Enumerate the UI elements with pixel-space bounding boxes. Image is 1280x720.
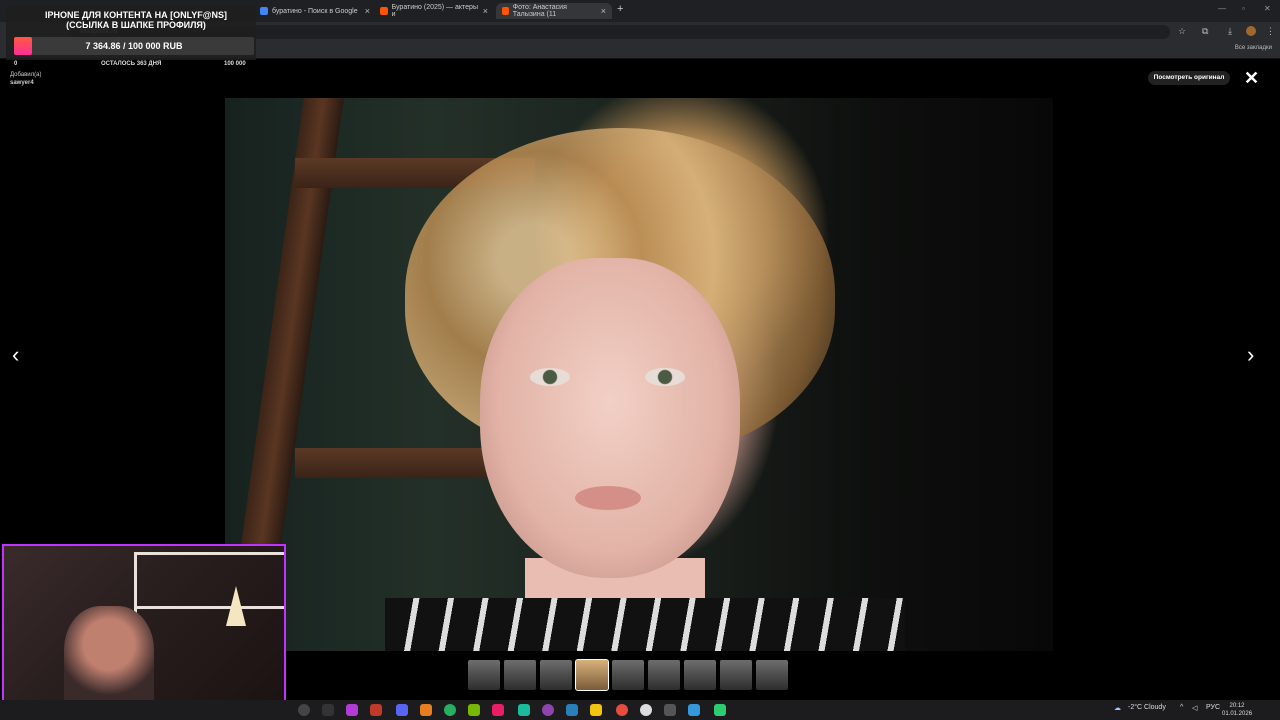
thumbnail[interactable] <box>756 660 788 690</box>
thumbnail[interactable] <box>684 660 716 690</box>
tab-buratino-cast[interactable]: Буратино (2025) — актеры и × <box>380 3 488 19</box>
nvidia-icon[interactable] <box>468 704 480 716</box>
start-icon[interactable] <box>298 704 310 716</box>
new-tab-icon[interactable]: + <box>617 3 623 15</box>
donor-name: sawyer4 <box>10 80 34 86</box>
next-photo-button[interactable]: › <box>1247 342 1254 368</box>
tab-label: Фото: Анастасия Талызина (11 <box>512 4 567 18</box>
app-icon[interactable] <box>370 704 382 716</box>
tab-photos-active[interactable]: Фото: Анастасия Талызина (11 × <box>496 3 612 19</box>
thumbnail[interactable] <box>612 660 644 690</box>
star-icon[interactable]: ☆ <box>1178 26 1186 37</box>
excel-icon[interactable] <box>714 704 726 716</box>
app-icon[interactable] <box>566 704 578 716</box>
shelf <box>134 552 284 714</box>
days-left: ОСТАЛОСЬ 363 ДНЯ <box>101 61 162 67</box>
lips <box>575 486 641 510</box>
view-original-button[interactable]: Посмотреть оригинал <box>1148 71 1230 85</box>
close-tab-icon[interactable]: × <box>479 6 488 16</box>
app-icon[interactable] <box>346 704 358 716</box>
google-favicon-icon <box>260 7 268 15</box>
face <box>480 258 740 578</box>
streamer-webcam <box>2 544 286 716</box>
menu-icon[interactable]: ⋮ <box>1266 26 1275 37</box>
shelf-board <box>134 606 284 609</box>
lightbox-photo <box>225 98 1053 651</box>
tab-label: буратино - Поиск в Google <box>272 7 358 15</box>
discord-icon[interactable] <box>396 704 408 716</box>
tiktok-icon[interactable] <box>492 704 504 716</box>
all-bookmarks-button[interactable]: Все закладки <box>1235 45 1272 51</box>
striped-shirt <box>385 598 905 651</box>
thumbnail[interactable] <box>468 660 500 690</box>
app-icon[interactable] <box>542 704 554 716</box>
donation-title: IPHONE ДЛЯ КОНТЕНТА НА [ONLYF@NS] (ССЫЛК… <box>44 10 228 30</box>
weather-text[interactable]: -2°C Cloudy <box>1128 704 1166 711</box>
thumbnail-active[interactable] <box>575 659 609 691</box>
tab-google-search[interactable]: буратино - Поиск в Google × <box>260 3 370 19</box>
close-tab-icon[interactable]: × <box>597 6 606 16</box>
extensions-icon[interactable]: ⧉ <box>1202 26 1208 37</box>
thumbnail[interactable] <box>504 660 536 690</box>
language-indicator[interactable]: РУС <box>1206 704 1220 711</box>
left-eye <box>530 368 570 386</box>
donation-amount: 7 364.86 / 100 000 RUB <box>85 41 183 51</box>
kinopoisk-favicon-icon <box>502 7 509 15</box>
app-icon[interactable] <box>420 704 432 716</box>
tab-label: Буратино (2025) — актеры и <box>391 4 478 18</box>
thumbnail[interactable] <box>648 660 680 690</box>
close-icon[interactable]: ✕ <box>1244 68 1259 89</box>
app-icon[interactable] <box>322 704 334 716</box>
right-eye <box>645 368 685 386</box>
goal-end: 100 000 <box>224 61 246 67</box>
thumbnail[interactable] <box>720 660 752 690</box>
app-icon[interactable] <box>688 704 700 716</box>
goal-start: 0 <box>14 61 18 67</box>
clock-date: 01.01.2026 <box>1222 711 1253 717</box>
close-tab-icon[interactable]: × <box>361 6 370 16</box>
avatar[interactable] <box>1246 26 1256 36</box>
kinopoisk-favicon-icon <box>380 7 388 15</box>
christmas-tree <box>226 586 246 626</box>
tray-chevron-icon[interactable]: ^ <box>1180 704 1183 711</box>
app-icon[interactable] <box>664 704 676 716</box>
weather-icon: ☁ <box>1114 705 1121 712</box>
download-icon[interactable]: ⤓ <box>1228 26 1232 37</box>
donor-label: Добавил(а) <box>10 72 42 78</box>
app-icon[interactable] <box>444 704 456 716</box>
thumbnail[interactable] <box>540 660 572 690</box>
clock[interactable]: 20:12 01.01.2026 <box>1222 702 1252 718</box>
close-window-icon[interactable]: ✕ <box>1264 4 1271 13</box>
taskbar: ☁ -2°C Cloudy ^ ◁ РУС 20:12 01.01.2026 <box>0 700 1280 720</box>
maximize-icon[interactable]: ▫ <box>1242 4 1245 13</box>
app-icon[interactable] <box>518 704 530 716</box>
previous-photo-button[interactable]: ‹ <box>12 342 19 368</box>
app-icon[interactable] <box>590 704 602 716</box>
chrome-icon[interactable] <box>640 704 652 716</box>
donation-goal-widget: IPHONE ДЛЯ КОНТЕНТА НА [ONLYF@NS] (ССЫЛК… <box>6 6 256 60</box>
thumbnail-strip <box>468 659 808 692</box>
minimize-icon[interactable]: — <box>1218 4 1226 13</box>
volume-icon[interactable]: ◁ <box>1192 704 1197 712</box>
app-icon[interactable] <box>616 704 628 716</box>
donation-progress-bar: 7 364.86 / 100 000 RUB <box>14 37 254 55</box>
clock-time: 20:12 <box>1229 703 1245 709</box>
